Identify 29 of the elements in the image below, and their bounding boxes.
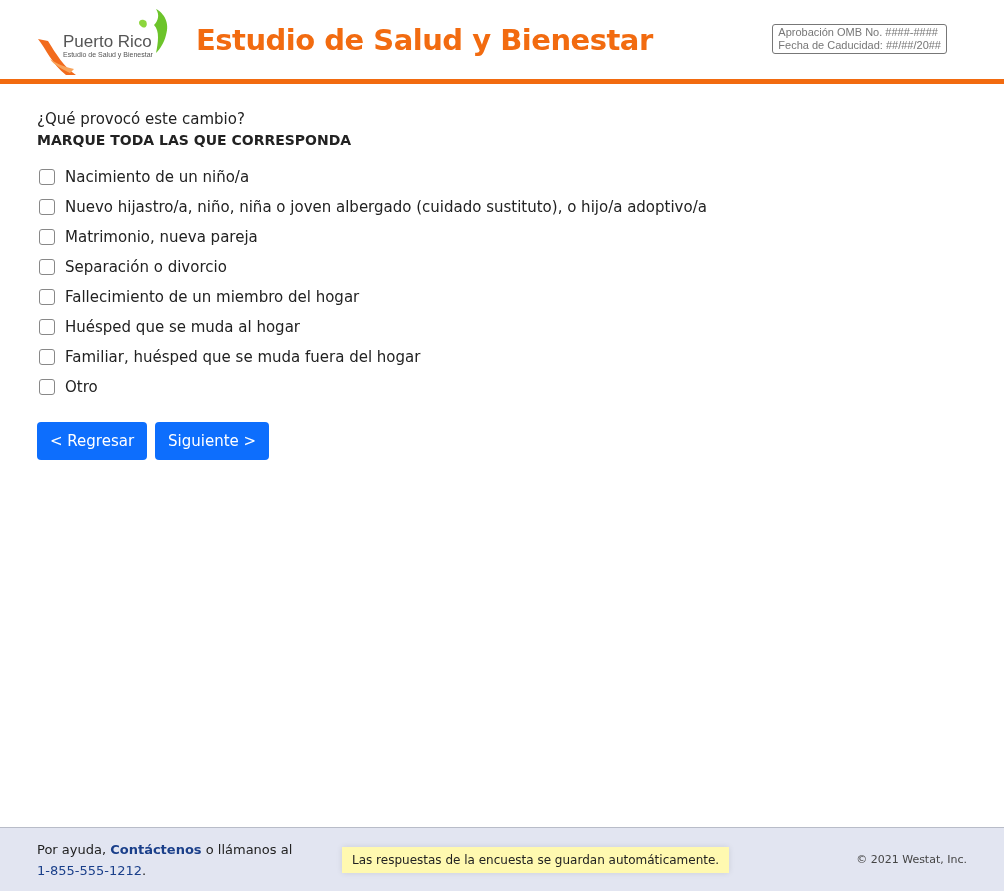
help-text: Por ayuda, Contáctenos o llámanos al 1-855-555-1212. (37, 840, 294, 880)
copyright-text: © 2021 Westat, Inc. (856, 853, 967, 866)
option-label[interactable]: Fallecimiento de un miembro del hogar (65, 288, 360, 306)
omb-notice: Aprobación OMB No. ####-#### Fecha de Caducidad: ##/##/20## (772, 24, 947, 54)
option-label[interactable]: Otro (65, 378, 98, 396)
question-instruction: MARQUE TODA LAS QUE CORRESPONDA (37, 131, 353, 150)
contact-link[interactable]: Contáctenos (110, 841, 202, 857)
hand-leaf-logo-icon (36, 8, 170, 77)
option-label[interactable]: Familiar, huésped que se muda fuera del hogar (65, 348, 421, 366)
nav-button[interactable]: Siguiente > (155, 422, 270, 460)
autosave-notice: Las respuestas de la encuesta se guardan automáticamente. (342, 846, 730, 873)
option-label[interactable]: Matrimonio, nueva pareja (65, 228, 258, 246)
checkbox[interactable] (39, 349, 55, 365)
option-label[interactable]: Nuevo hijastro/a, niño, niña o joven albergado (cuidado sustituto), o hijo/a adoptivo/a (65, 198, 707, 216)
question-text: ¿Qué provocó este cambio? (37, 109, 246, 130)
option-label[interactable]: Separación o divorcio (65, 258, 227, 276)
checkbox[interactable] (39, 319, 55, 335)
checkbox[interactable] (39, 169, 55, 185)
checkbox[interactable] (39, 289, 55, 305)
option-label[interactable]: Nacimiento de un niño/a (65, 168, 250, 186)
checkbox[interactable] (39, 229, 55, 245)
phone-link[interactable]: 1-855-555-1212 (37, 862, 143, 878)
option-label[interactable]: Huésped que se muda al hogar (65, 318, 300, 336)
checkbox[interactable] (39, 199, 55, 215)
site-title: Estudio de Salud y Bienestar (196, 22, 655, 57)
checkbox[interactable] (39, 259, 55, 275)
nav-button[interactable]: < Regresar (37, 422, 148, 460)
checkbox[interactable] (39, 379, 55, 395)
logo-name: Puerto Rico (63, 31, 153, 51)
